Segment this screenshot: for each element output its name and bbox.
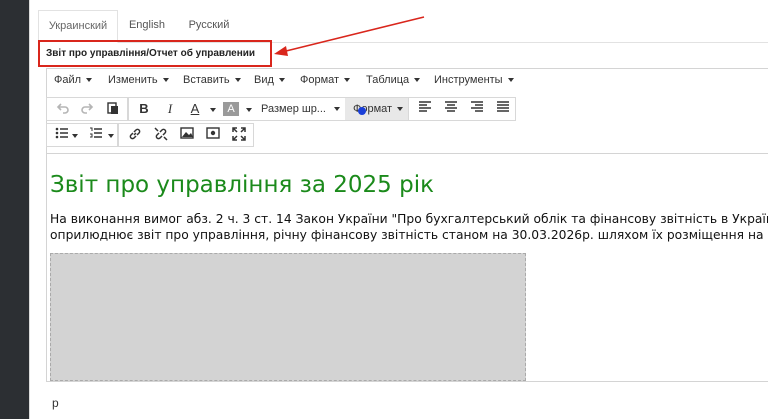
annotation-arrow — [274, 16, 425, 56]
